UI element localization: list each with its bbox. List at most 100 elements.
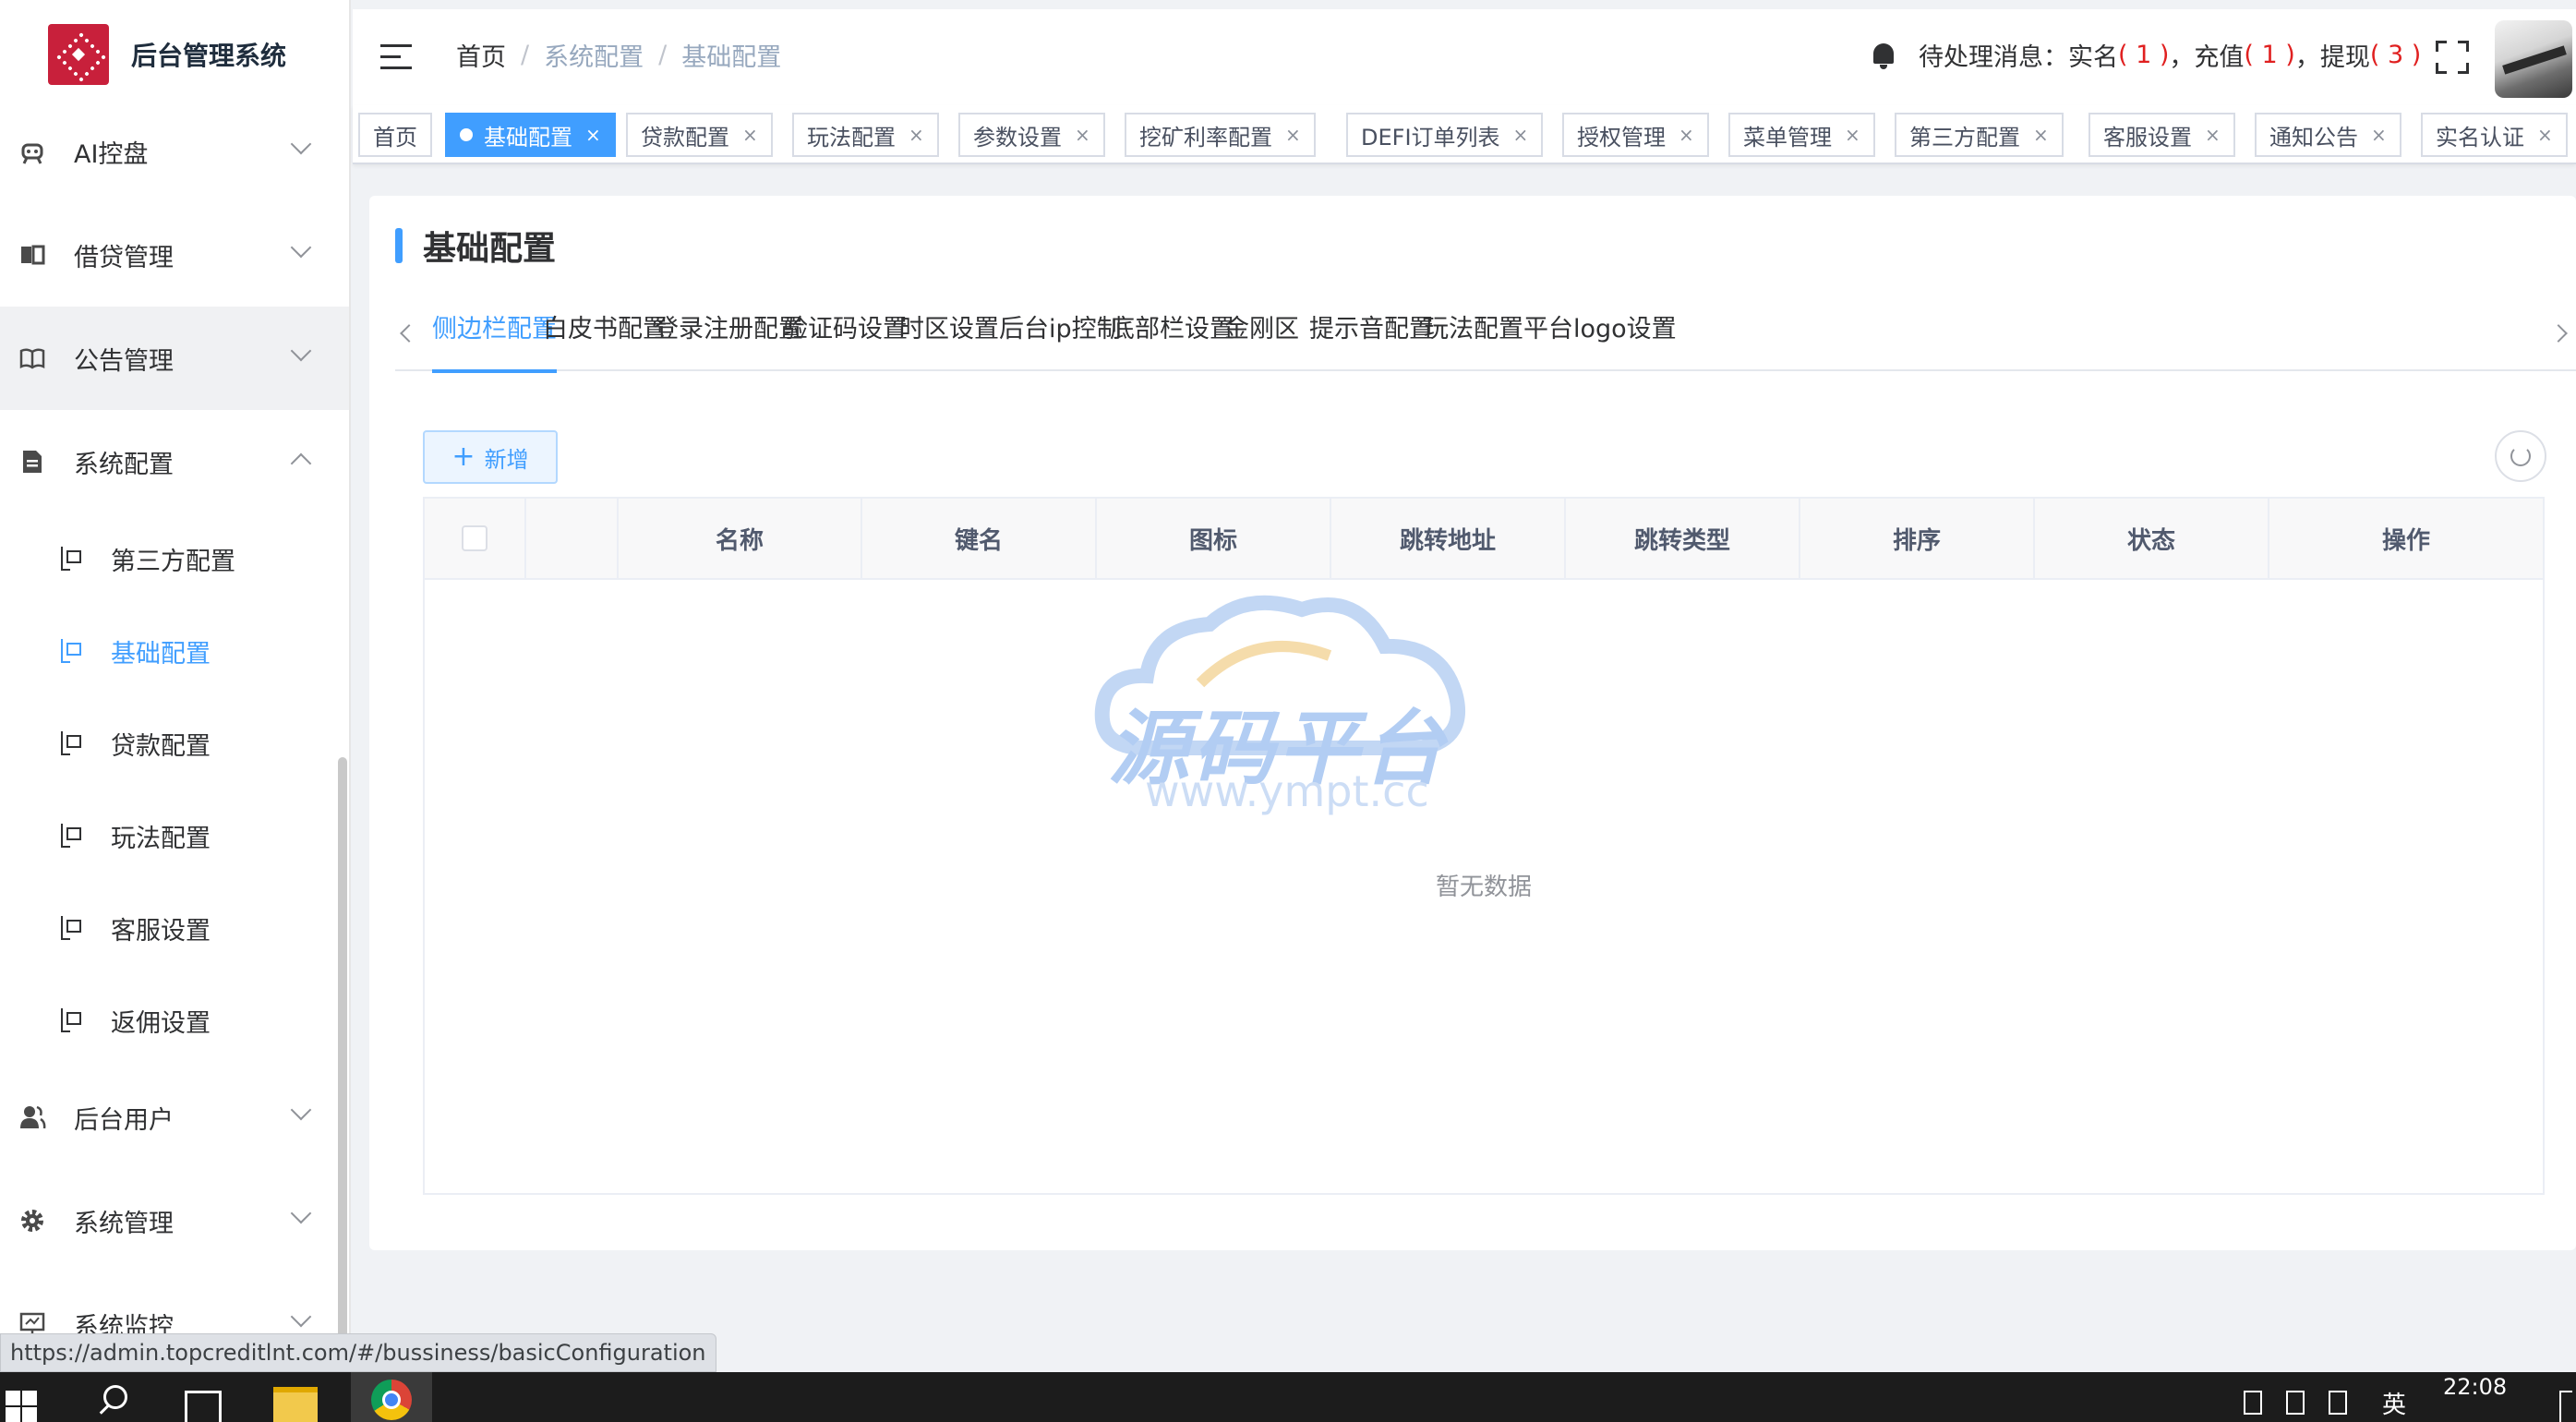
select-all-checkbox[interactable] [462, 525, 488, 551]
system-tray: 英 [2244, 1383, 2406, 1422]
breadcrumb-separator: / [521, 41, 530, 69]
close-icon[interactable]: × [909, 124, 924, 146]
tag-customer-service[interactable]: 客服设置 × [2088, 113, 2235, 157]
close-icon[interactable]: × [742, 124, 758, 146]
tab-whitepaper-config[interactable]: 白皮书配置 [543, 303, 668, 371]
active-dot-icon [460, 128, 473, 141]
network-icon[interactable] [2329, 1391, 2347, 1415]
tag-gameplay-config[interactable]: 玩法配置 × [792, 113, 939, 157]
tag-menu-management[interactable]: 菜单管理 × [1728, 113, 1875, 157]
real-name-count[interactable]: ( 1 ) [2118, 41, 2169, 69]
tag-home[interactable]: 首页 [358, 113, 432, 157]
sidebar-scrollbar[interactable] [338, 757, 347, 1372]
chevron-up-icon [290, 452, 312, 475]
tab-sidebar-config[interactable]: 侧边栏配置 [432, 303, 557, 373]
close-icon[interactable]: × [585, 124, 601, 146]
tag-real-name-auth[interactable]: 实名认证 × [2421, 113, 2568, 157]
sidebar-subitem-basic-config[interactable]: 基础配置 [0, 605, 349, 697]
tag-defi-orders[interactable]: DEFI订单列表 × [1346, 113, 1544, 157]
close-icon[interactable]: × [1513, 124, 1529, 146]
tag-label: 授权管理 [1577, 124, 1666, 151]
tag-authorization[interactable]: 授权管理 × [1562, 113, 1709, 157]
tab-sound-config[interactable]: 提示音配置 [1309, 303, 1434, 371]
tab-platform-logo[interactable]: 平台logo设置 [1523, 303, 1677, 371]
tag-notice[interactable]: 通知公告 × [2255, 113, 2401, 157]
tag-param-settings[interactable]: 参数设置 × [958, 113, 1105, 157]
menu-toggle-icon[interactable] [380, 44, 412, 70]
logo-icon [48, 24, 109, 85]
sidebar-subitem-label: 基础配置 [111, 639, 211, 669]
sidebar-subitem-customer-service[interactable]: 客服设置 [0, 882, 349, 974]
tree-icon [59, 547, 81, 571]
sidebar-subitem-gameplay-config[interactable]: 玩法配置 [0, 789, 349, 882]
sidebar-subitem-loan-config[interactable]: 贷款配置 [0, 697, 349, 789]
sidebar: 后台管理系统 AI控盘 借贷管理 公告管理 系统配置 第三方配置 基础配置 贷款… [0, 0, 351, 1372]
sidebar-item-system-config[interactable]: 系统配置 [0, 410, 349, 513]
tag-label: 参数设置 [973, 124, 1062, 151]
tag-third-party-config[interactable]: 第三方配置 × [1895, 113, 2064, 157]
refresh-icon[interactable] [2495, 430, 2546, 482]
search-icon[interactable] [103, 1385, 127, 1409]
sidebar-item-system-management[interactable]: 系统管理 [0, 1169, 349, 1272]
close-icon[interactable]: × [1075, 124, 1090, 146]
breadcrumb-basic-config: 基础配置 [681, 43, 782, 72]
sidebar-item-admin-users[interactable]: 后台用户 [0, 1066, 349, 1169]
tab-captcha-settings[interactable]: 验证码设置 [783, 303, 908, 371]
close-icon[interactable]: × [1285, 124, 1301, 146]
sidebar-item-notice-management[interactable]: 公告管理 [0, 307, 349, 410]
usb-icon[interactable] [2244, 1391, 2262, 1415]
volume-muted-icon[interactable] [2286, 1391, 2305, 1415]
logo[interactable]: 后台管理系统 [0, 0, 349, 109]
sidebar-subitem-third-party-config[interactable]: 第三方配置 [0, 512, 349, 605]
close-icon[interactable]: × [1679, 124, 1694, 146]
bell-icon[interactable] [1871, 42, 1896, 69]
pending-messages[interactable]: 待处理消息：实名 ( 1 ) ，充值 ( 1 ) ，提现 ( 3 ) [1871, 37, 2421, 73]
chevron-left-icon[interactable] [400, 324, 418, 343]
tab-login-register-config[interactable]: 登录注册配置 [654, 303, 803, 371]
show-desktop-icon[interactable] [2559, 1391, 2572, 1422]
fullscreen-icon[interactable] [2436, 41, 2469, 74]
chrome-icon[interactable] [351, 1372, 432, 1422]
avatar[interactable] [2495, 20, 2572, 98]
breadcrumb-home[interactable]: 首页 [456, 37, 506, 73]
tab-admin-ip-control[interactable]: 后台ip控制 [999, 303, 1122, 371]
chevron-down-icon [290, 133, 312, 155]
close-icon[interactable]: × [2033, 124, 2049, 146]
withdraw-count[interactable]: ( 3 ) [2370, 41, 2421, 69]
tag-label: 通知公告 [2269, 124, 2358, 151]
task-view-icon[interactable] [185, 1391, 222, 1422]
recharge-count[interactable]: ( 1 ) [2244, 41, 2294, 69]
tab-footer-settings[interactable]: 底部栏设置 [1110, 303, 1234, 371]
sidebar-item-ai-control[interactable]: AI控盘 [0, 100, 349, 203]
tag-loan-config[interactable]: 贷款配置 × [626, 113, 773, 157]
tree-icon [59, 1008, 81, 1032]
ime-indicator[interactable]: 英 [2382, 1386, 2406, 1420]
file-explorer-icon[interactable] [273, 1387, 318, 1422]
close-icon[interactable]: × [2537, 124, 2553, 146]
plus-icon: + [451, 440, 475, 473]
sidebar-item-loan-management[interactable]: 借贷管理 [0, 203, 349, 307]
tab-gameplay-config[interactable]: 玩法配置 [1424, 303, 1523, 371]
close-icon[interactable]: × [2205, 124, 2221, 146]
clock[interactable]: 22:08 [2443, 1374, 2507, 1400]
close-icon[interactable]: × [1845, 124, 1860, 146]
tab-timezone-settings[interactable]: 时区设置 [899, 303, 999, 371]
column-header-link: 跳转地址 [1331, 499, 1566, 578]
add-button[interactable]: + 新增 [423, 430, 558, 484]
sidebar-item-label: AI控盘 [74, 139, 149, 169]
tag-label: 首页 [373, 124, 417, 151]
tab-kingkong-area[interactable]: 金刚区 [1224, 303, 1299, 371]
tree-icon [59, 824, 81, 848]
breadcrumb-separator: / [658, 41, 668, 69]
chevron-right-icon[interactable] [2549, 324, 2568, 343]
sidebar-subitem-rebate-settings[interactable]: 返佣设置 [0, 974, 349, 1066]
tag-label: 客服设置 [2103, 124, 2192, 151]
column-header-status: 状态 [2035, 499, 2269, 578]
sidebar-item-label: 公告管理 [74, 346, 174, 376]
tag-label: 挖矿利率配置 [1139, 124, 1272, 151]
close-icon[interactable]: × [2371, 124, 2387, 146]
tag-basic-config[interactable]: 基础配置 × [445, 113, 616, 157]
sidebar-item-label: 系统管理 [74, 1209, 174, 1238]
tag-mining-rate-config[interactable]: 挖矿利率配置 × [1125, 113, 1316, 157]
windows-start-icon[interactable] [0, 1385, 37, 1422]
